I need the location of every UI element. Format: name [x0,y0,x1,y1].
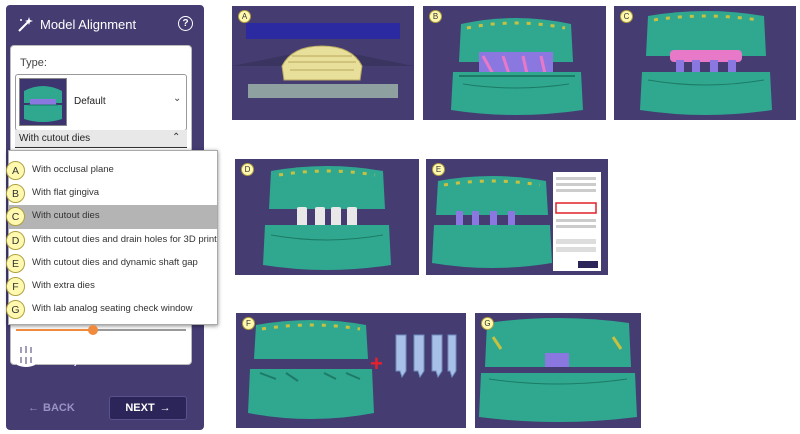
tile-badge: A [238,10,251,23]
option-drain-holes[interactable]: D With cutout dies and drain holes for 3… [6,229,217,253]
next-label: NEXT [125,402,155,414]
example-tile-c: C [614,6,796,120]
tile-badge: B [429,10,442,23]
option-badge: B [6,184,25,203]
back-label: BACK [43,402,75,414]
option-badge: C [6,207,25,226]
arrow-right-icon: → [159,402,171,414]
upper-jaw-height: Upper jaw 24.17 mm [43,343,140,355]
type-select[interactable]: Default ⌄ [15,74,187,131]
example-tile-e: E [426,159,608,275]
tile-badge: E [432,163,445,176]
option-seating-check-window[interactable]: G With lab analog seating check window [6,298,217,322]
drain-holes-model-image [263,166,391,270]
arrow-left-icon: ← [28,402,39,414]
example-tile-b: B [423,6,606,120]
option-badge: E [6,254,25,273]
magic-wand-icon [18,17,33,32]
variant-value: With cutout dies [19,133,91,144]
extra-dies-model-image [248,320,457,419]
tile-badge: F [242,317,255,330]
option-flat-gingiva[interactable]: B With flat gingiva [6,182,217,206]
option-label: With flat gingiva [32,187,100,198]
dynamic-shaft-gap-model-image [432,165,601,271]
height-slider[interactable] [16,325,186,335]
default-model-thumbnail [19,78,67,126]
type-value: Default [74,96,106,107]
option-label: With extra dies [32,280,95,291]
tile-badge: D [241,163,254,176]
slider-thumb[interactable] [87,325,98,335]
tile-badge: G [481,317,494,330]
option-extra-dies[interactable]: F With extra dies [6,275,217,299]
flat-gingiva-model-image [451,18,583,115]
option-label: With occlusal plane [32,164,114,175]
plus-icon: + [370,351,383,376]
seating-check-window-model-image [479,318,637,422]
option-label: With cutout dies and drain holes for 3D … [32,234,217,245]
occlusal-plane-model-image [232,23,414,98]
lower-jaw-height: Lower jaw 21.29 mm [43,355,140,367]
option-badge: D [6,231,25,250]
option-badge: G [6,300,25,319]
option-badge: F [6,277,25,296]
example-tile-f: F [236,313,466,428]
variant-dropdown: A With occlusal plane B With flat gingiv… [6,150,218,325]
example-tile-d: D [235,159,419,275]
example-tile-a: A [232,6,414,120]
option-occlusal-plane[interactable]: A With occlusal plane [6,159,217,183]
tile-badge: C [620,10,633,23]
back-button[interactable]: ← BACK [28,397,88,419]
panel-title: Model Alignment [40,17,137,32]
variant-select[interactable]: With cutout dies ⌃ [15,130,187,148]
slider-fill [16,329,93,331]
help-icon[interactable]: ? [178,16,193,31]
option-dynamic-shaft-gap[interactable]: E With cutout dies and dynamic shaft gap [6,252,217,276]
jaw-icon [17,343,35,367]
chevron-up-icon: ⌃ [172,132,181,143]
cutout-dies-model-image [640,11,772,115]
refresh-icon[interactable] [170,345,188,363]
option-label: With cutout dies and dynamic shaft gap [32,257,198,268]
chevron-down-icon: ⌄ [173,93,182,104]
example-tile-g: G [475,313,641,428]
option-label: With cutout dies [32,210,100,221]
option-cutout-dies[interactable]: C With cutout dies [6,205,217,229]
type-label: Type: [20,57,47,69]
option-label: With lab analog seating check window [32,303,193,314]
option-badge: A [6,161,25,180]
next-button[interactable]: NEXT → [109,396,187,420]
